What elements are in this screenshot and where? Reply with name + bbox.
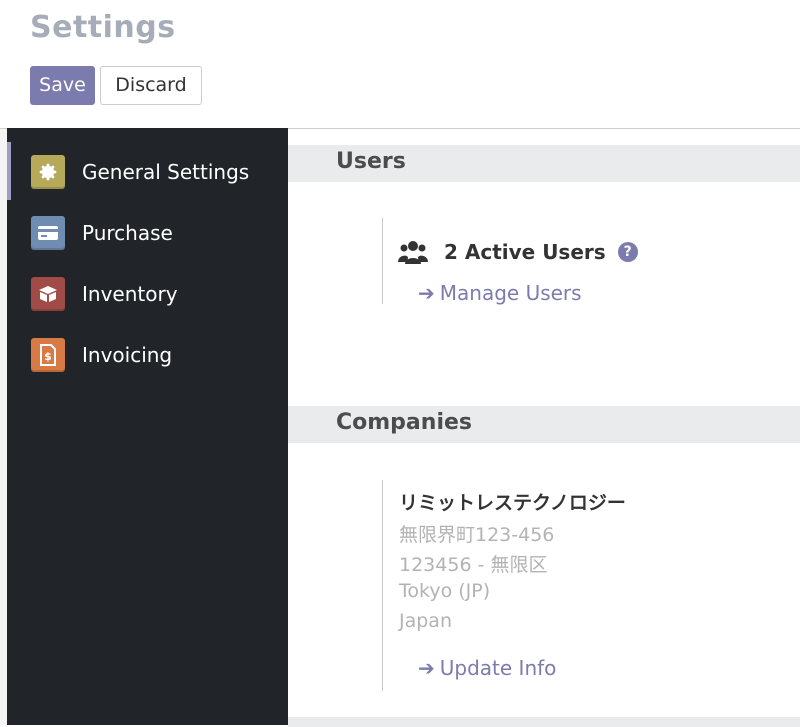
box-icon [31,277,65,311]
sidebar-item-label: General Settings [82,160,250,184]
section-title: Companies [336,410,472,435]
page-title: Settings [30,10,176,45]
address-line: 123456 - 無限区 [399,554,548,576]
sidebar-item-label: Inventory [82,282,178,306]
invoice-dollar-icon: $ [31,338,65,372]
sidebar-item-label: Purchase [82,221,173,245]
users-setting-box: 2 Active Users ? ➔ Manage Users [382,218,783,305]
active-users-line: 2 Active Users ? [398,238,638,266]
gear-icon [31,155,65,189]
save-button[interactable]: Save [30,66,95,105]
manage-users-link[interactable]: ➔ Manage Users [418,281,582,305]
settings-sidebar: General Settings Purchase Inventory $ In… [7,128,288,725]
users-group-icon [398,238,428,266]
active-users-count: 2 Active Users [444,240,606,264]
sidebar-item-general-settings[interactable]: General Settings [31,152,249,192]
link-label: Manage Users [439,281,582,305]
discard-button[interactable]: Discard [100,66,202,105]
control-panel: Settings Save Discard [0,0,800,129]
users-section-header: Users [288,145,800,182]
address-line: 無限界町123-456 [399,524,555,546]
sidebar-item-invoicing[interactable]: $ Invoicing [31,335,172,375]
sidebar-item-inventory[interactable]: Inventory [31,274,178,314]
arrow-right-icon: ➔ [418,656,435,680]
companies-section-header: Companies [288,406,800,443]
active-indicator [7,142,11,200]
help-icon[interactable]: ? [617,242,638,262]
section-title: Users [336,149,406,174]
settings-content: Users 2 Active Users ? ➔ Manage Users Com… [288,129,800,727]
company-name: リミットレステクノロジー [399,492,626,514]
sidebar-item-purchase[interactable]: Purchase [31,213,173,253]
address-line: Tokyo (JP) [399,580,491,602]
svg-text:$: $ [44,350,52,363]
link-label: Update Info [439,656,557,680]
next-section-header [288,717,800,727]
address-line: Japan [399,610,452,632]
company-setting-box: リミットレステクノロジー 無限界町123-456 123456 - 無限区 To… [382,480,783,691]
update-info-link[interactable]: ➔ Update Info [418,656,556,680]
arrow-right-icon: ➔ [418,281,435,305]
credit-card-icon [31,216,65,250]
sidebar-item-label: Invoicing [82,343,173,367]
